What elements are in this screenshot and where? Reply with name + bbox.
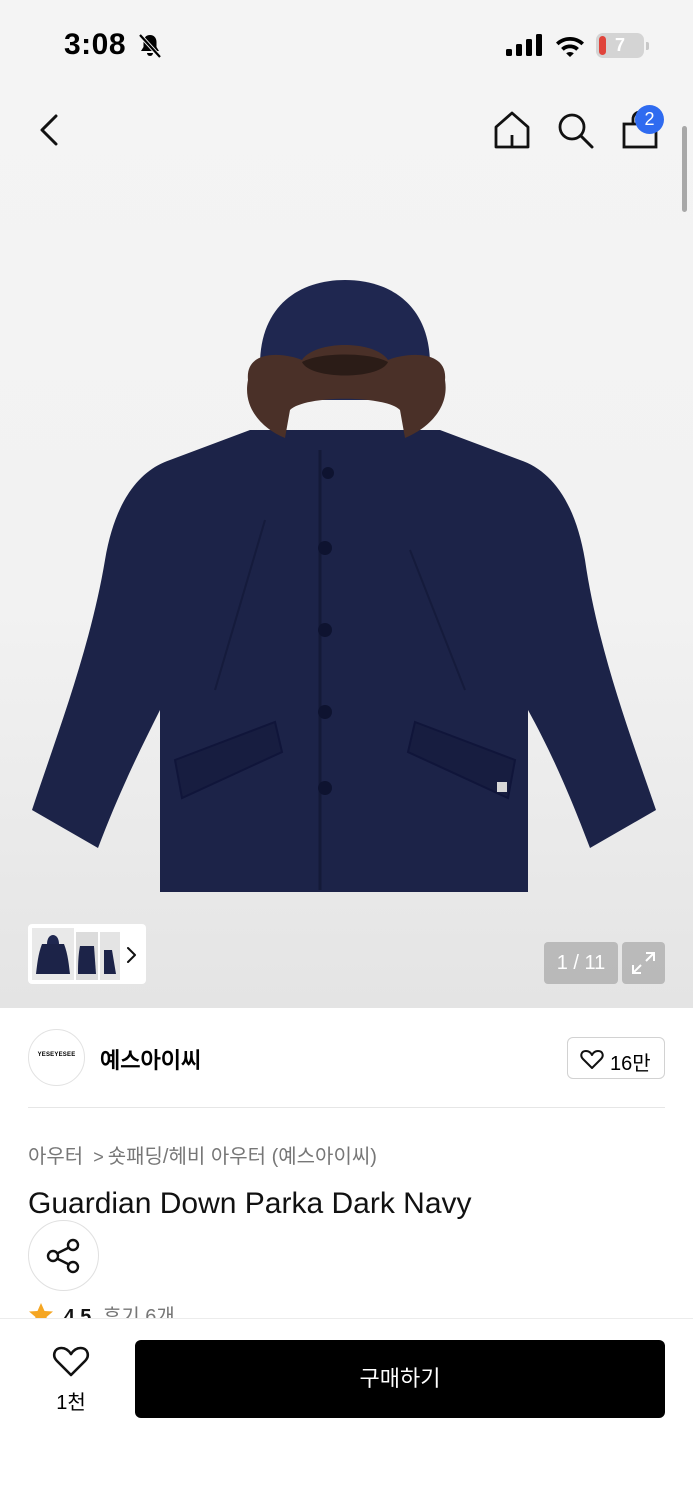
battery-indicator: 7 xyxy=(596,33,649,58)
breadcrumb-separator-icon: > xyxy=(93,1147,104,1167)
expand-button[interactable] xyxy=(622,942,665,984)
heart-outline-icon xyxy=(52,1346,90,1377)
rating-score: 4.5 xyxy=(63,1306,92,1318)
bell-muted-icon xyxy=(138,33,162,59)
wishlist-button[interactable]: 1천 xyxy=(38,1340,104,1416)
rating-row[interactable]: 4.5 후기 6개 xyxy=(28,1300,175,1318)
brand-name[interactable]: 예스아이씨 xyxy=(100,1043,201,1075)
status-bar: 3:08 7 xyxy=(0,0,693,92)
scroll-indicator xyxy=(682,126,687,212)
brand-logo[interactable]: YESEYESEE xyxy=(28,1029,85,1086)
image-counter: 1 / 11 xyxy=(544,942,618,984)
battery-level: 7 xyxy=(614,35,625,55)
star-icon xyxy=(29,1303,53,1318)
share-icon xyxy=(46,1238,80,1274)
product-gallery[interactable]: 3:08 7 2 1 / 11 xyxy=(0,0,693,1008)
home-icon[interactable] xyxy=(491,108,533,152)
brand-logo-text: YESEYESEE xyxy=(37,1052,76,1058)
brand-like-count: 16만 xyxy=(610,1053,651,1075)
chevron-right-icon[interactable] xyxy=(124,942,140,968)
back-arrow-icon[interactable] xyxy=(30,108,72,152)
signal-icon xyxy=(506,34,542,56)
search-icon[interactable] xyxy=(554,108,596,152)
breadcrumb[interactable]: 아우터 > 숏패딩/헤비 아우터 (예스아이씨) xyxy=(28,1140,377,1169)
breadcrumb-subcategory[interactable]: 숏패딩/헤비 아우터 (예스아이씨) xyxy=(108,1146,377,1168)
brand-like-button[interactable]: 16만 xyxy=(567,1037,665,1079)
cart-count-badge: 2 xyxy=(635,105,664,134)
share-button[interactable] xyxy=(28,1220,99,1291)
buy-button[interactable]: 구매하기 xyxy=(135,1340,665,1418)
expand-icon xyxy=(632,952,655,974)
status-time: 3:08 xyxy=(64,28,127,61)
review-count[interactable]: 후기 6개 xyxy=(103,1306,175,1318)
wishlist-count: 1천 xyxy=(56,1392,86,1414)
heart-outline-icon xyxy=(580,1050,604,1069)
divider xyxy=(28,1107,665,1108)
product-image[interactable] xyxy=(20,270,670,910)
breadcrumb-category[interactable]: 아우터 xyxy=(28,1146,83,1168)
wifi-icon xyxy=(556,37,584,57)
thumbnail-images xyxy=(32,928,120,980)
product-title: Guardian Down Parka Dark Navy xyxy=(28,1187,472,1220)
